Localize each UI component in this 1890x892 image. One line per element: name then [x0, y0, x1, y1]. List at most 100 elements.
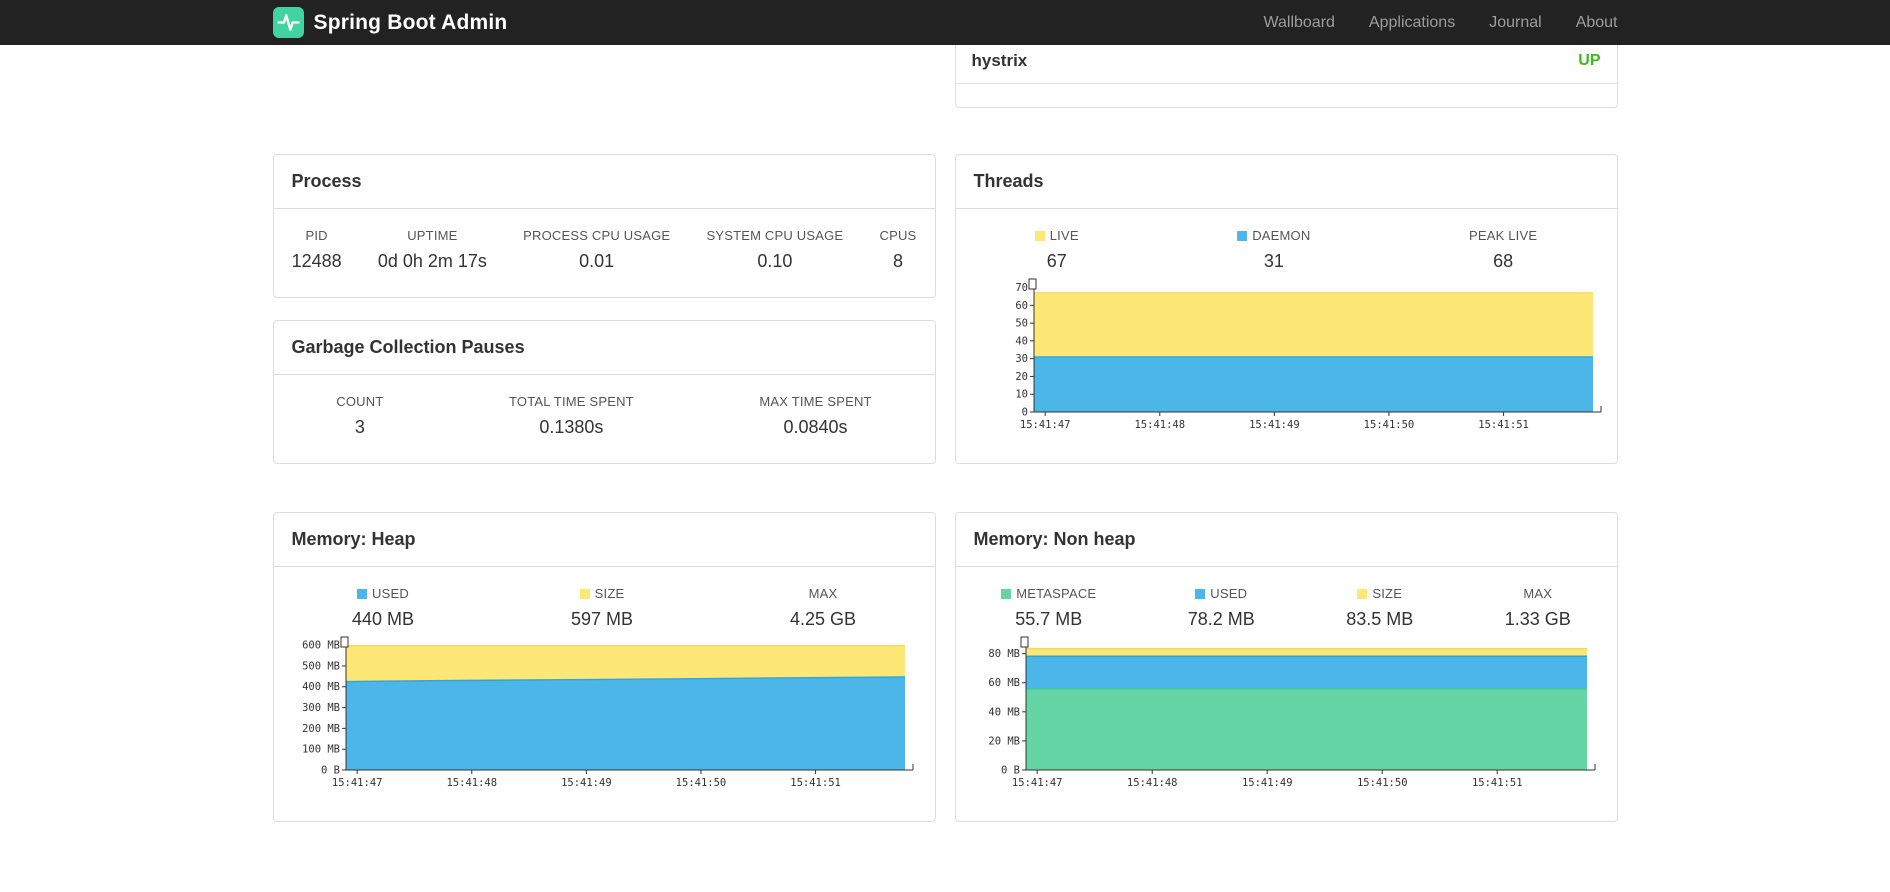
svg-text:0: 0 — [1021, 407, 1027, 419]
threads-chart: 0 10 20 30 40 50 60 70 15:41:47 15:41:48 15:41:49 1… — [956, 278, 1617, 438]
application-row[interactable]: hystrix UP — [955, 45, 1617, 84]
svg-text:15:41:48: 15:41:48 — [1126, 777, 1177, 789]
stat-value: 12488 — [291, 251, 342, 271]
spring-boot-admin-logo-icon — [272, 7, 304, 38]
svg-text:80 MB: 80 MB — [988, 648, 1020, 660]
legend-value: 31 — [1263, 251, 1284, 271]
gc-stats: COUNT 3 TOTAL TIME SPENT 0.1380s MAX TIM… — [274, 394, 935, 438]
stat-gc-total-time: TOTAL TIME SPENT 0.1380s — [509, 394, 634, 438]
memory-heap-panel: Memory: Heap USED 440 MB SIZE 597 MB MAX… — [272, 512, 936, 822]
legend-nonheap-used: USED 78.2 MB — [1188, 586, 1255, 630]
svg-text:20 MB: 20 MB — [988, 735, 1020, 747]
stat-value: 0.1380s — [539, 417, 604, 437]
stat-value: 8 — [892, 251, 903, 271]
nav-link-journal[interactable]: Journal — [1489, 14, 1541, 32]
nonheap-legend: METASPACE 55.7 MB USED 78.2 MB SIZE 83.5… — [956, 586, 1617, 630]
threads-panel-title: Threads — [955, 155, 1617, 209]
daemon-series-marker — [1237, 230, 1248, 241]
legend-label: SIZE — [594, 586, 625, 601]
memory-nonheap-panel: Memory: Non heap METASPACE 55.7 MB USED — [954, 512, 1618, 822]
legend-value: 68 — [1493, 251, 1514, 271]
metaspace-series-marker — [1001, 588, 1012, 599]
svg-text:15:41:48: 15:41:48 — [446, 777, 497, 789]
svg-text:10: 10 — [1015, 389, 1028, 401]
stat-value: 0.01 — [579, 251, 615, 271]
stat-label: CPUS — [879, 228, 917, 243]
legend-nonheap-size: SIZE 83.5 MB — [1346, 586, 1413, 630]
svg-text:15:41:51: 15:41:51 — [790, 777, 841, 789]
legend-label: MAX — [808, 586, 838, 601]
svg-text:0 B: 0 B — [1001, 765, 1020, 777]
legend-label: USED — [1210, 586, 1248, 601]
stat-value: 0d 0h 2m 17s — [377, 251, 487, 271]
svg-text:40: 40 — [1015, 335, 1028, 347]
process-stats: PID 12488 UPTIME 0d 0h 2m 17s PROCESS CP… — [274, 228, 935, 272]
svg-text:20: 20 — [1015, 371, 1028, 383]
process-panel-title: Process — [273, 155, 935, 209]
nav-link-wallboard[interactable]: Wallboard — [1263, 14, 1334, 32]
used-series-marker — [1195, 588, 1206, 599]
svg-text:15:41:50: 15:41:50 — [675, 777, 726, 789]
legend-peak-live: PEAK LIVE 68 — [1469, 228, 1537, 272]
legend-daemon: DAEMON 31 — [1237, 228, 1310, 272]
stat-value: 0.0840s — [783, 417, 848, 437]
legend-live: LIVE 67 — [1034, 228, 1079, 272]
application-status-badge: UP — [1578, 52, 1601, 69]
svg-text:15:41:48: 15:41:48 — [1134, 419, 1185, 431]
live-series-marker — [1034, 230, 1045, 241]
legend-label: DAEMON — [1252, 228, 1311, 243]
stat-gc-max-time: MAX TIME SPENT 0.0840s — [759, 394, 871, 438]
svg-text:15:41:51: 15:41:51 — [1471, 777, 1522, 789]
svg-text:60: 60 — [1015, 300, 1028, 312]
stat-label: PROCESS CPU USAGE — [523, 228, 671, 243]
size-series-marker — [1357, 588, 1368, 599]
legend-value: 55.7 MB — [1015, 609, 1083, 629]
right-column: hystrix UP Threads LIVE 67 DAEMON 31 PEA… — [954, 45, 1618, 822]
svg-text:15:41:47: 15:41:47 — [1019, 419, 1070, 431]
svg-text:30: 30 — [1015, 353, 1028, 365]
top-navbar: Spring Boot Admin Wallboard Applications… — [0, 0, 1890, 45]
memory-heap-chart: 0 B 100 MB 200 MB 300 MB 400 MB 500 MB 600 MB 1… — [274, 636, 935, 796]
left-column: Process PID 12488 UPTIME 0d 0h 2m 17s PR… — [272, 45, 936, 822]
application-name[interactable]: hystrix — [972, 51, 1028, 71]
svg-text:15:41:50: 15:41:50 — [1356, 777, 1407, 789]
svg-text:600 MB: 600 MB — [302, 640, 340, 652]
stat-label: SYSTEM CPU USAGE — [706, 228, 844, 243]
threads-legend: LIVE 67 DAEMON 31 PEAK LIVE 68 — [956, 228, 1617, 272]
size-series-marker — [579, 588, 590, 599]
garbage-collection-panel: Garbage Collection Pauses COUNT 3 TOTAL … — [272, 320, 936, 464]
application-status-panel: hystrix UP — [954, 45, 1618, 108]
main-content: Process PID 12488 UPTIME 0d 0h 2m 17s PR… — [272, 45, 1618, 822]
legend-value: 597 MB — [570, 609, 634, 629]
legend-value: 83.5 MB — [1346, 609, 1414, 629]
nav-links: Wallboard Applications Journal About — [1263, 14, 1617, 32]
legend-nonheap-max: MAX 1.33 GB — [1505, 586, 1571, 630]
stat-cpus: CPUS 8 — [879, 228, 916, 272]
stat-uptime: UPTIME 0d 0h 2m 17s — [378, 228, 487, 272]
stat-process-cpu-usage: PROCESS CPU USAGE 0.01 — [523, 228, 670, 272]
svg-text:200 MB: 200 MB — [302, 723, 340, 735]
svg-text:0 B: 0 B — [321, 765, 340, 777]
legend-label: LIVE — [1049, 228, 1079, 243]
svg-text:40 MB: 40 MB — [988, 706, 1020, 718]
legend-label: METASPACE — [1016, 586, 1097, 601]
nav-link-applications[interactable]: Applications — [1369, 14, 1455, 32]
stat-pid: PID 12488 — [292, 228, 342, 272]
svg-text:400 MB: 400 MB — [302, 681, 340, 693]
stat-label: UPTIME — [407, 228, 458, 243]
svg-text:500 MB: 500 MB — [302, 660, 340, 672]
legend-value: 4.25 GB — [789, 609, 857, 629]
brand-link[interactable]: Spring Boot Admin — [272, 7, 508, 38]
legend-value: 67 — [1046, 251, 1067, 271]
svg-text:15:41:49: 15:41:49 — [1241, 777, 1292, 789]
nav-link-about[interactable]: About — [1576, 14, 1618, 32]
stat-label: PID — [305, 228, 328, 243]
legend-heap-used: USED 440 MB — [352, 586, 414, 630]
gc-panel-title: Garbage Collection Pauses — [273, 321, 935, 375]
stat-value: 3 — [354, 417, 365, 437]
stat-system-cpu-usage: SYSTEM CPU USAGE 0.10 — [706, 228, 843, 272]
legend-label: PEAK LIVE — [1468, 228, 1538, 243]
legend-metaspace: METASPACE 55.7 MB — [1001, 586, 1096, 630]
legend-label: USED — [372, 586, 409, 601]
process-panel: Process PID 12488 UPTIME 0d 0h 2m 17s PR… — [272, 154, 936, 298]
